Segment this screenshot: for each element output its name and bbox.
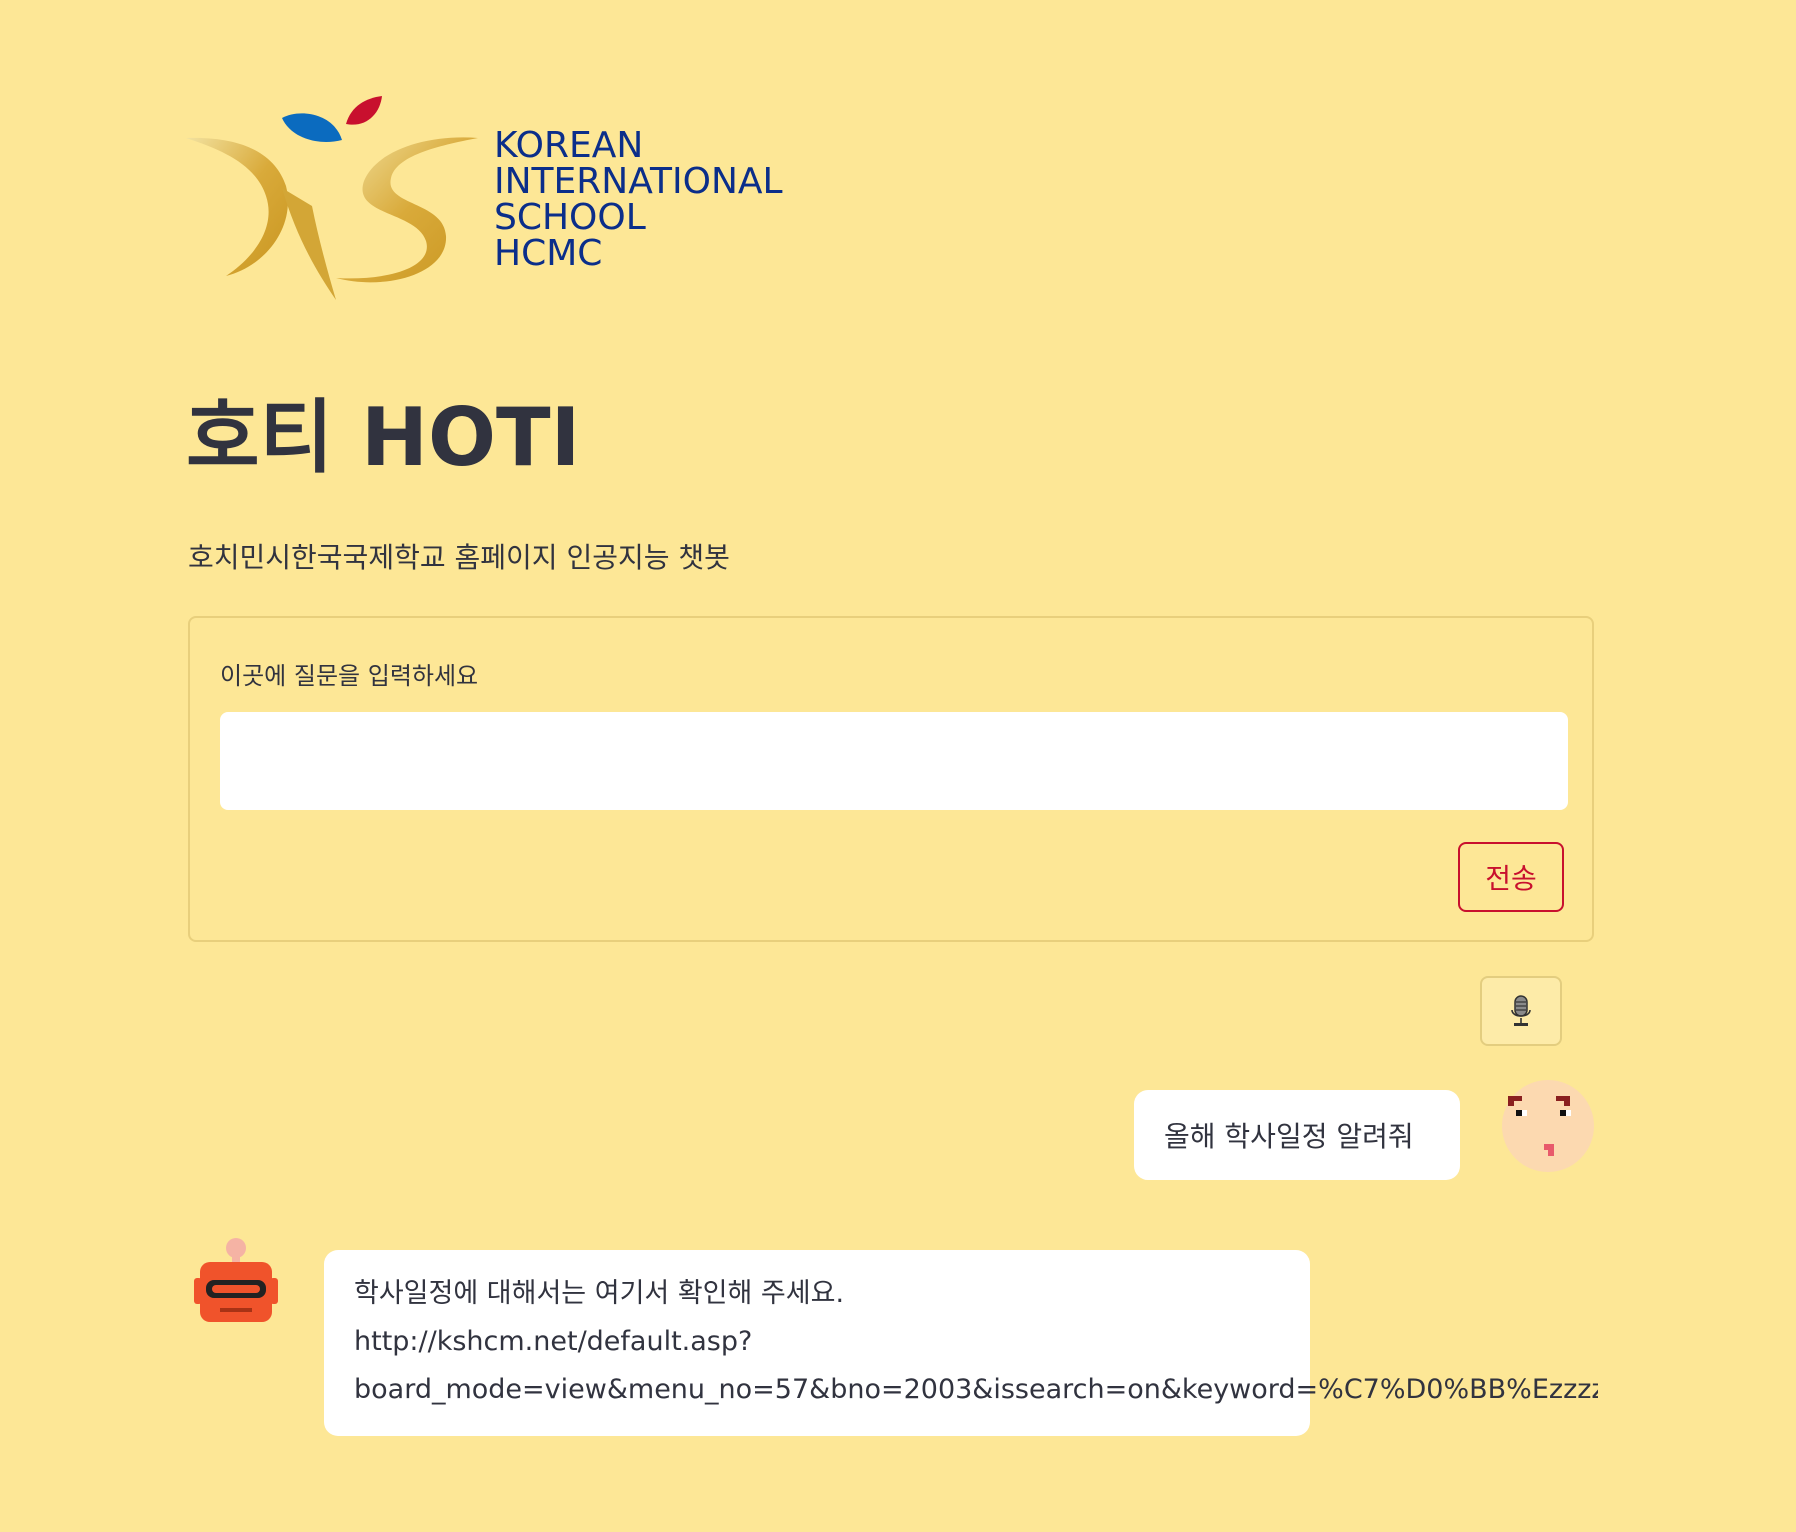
bot-message-link[interactable]: board_mode=view&menu_no=57&bno=2003&isse…	[354, 1366, 1598, 1414]
user-message-bubble: 올해 학사일정 알려줘	[1134, 1090, 1460, 1180]
school-logo: KOREAN INTERNATIONAL SCHOOL HCMC	[186, 96, 806, 306]
robot-avatar-icon	[194, 1238, 278, 1322]
logo-line: SCHOOL	[494, 197, 646, 238]
page-subtitle: 호치민시한국국제학교 홈페이지 인공지능 챗봇	[188, 541, 730, 574]
mic-button[interactable]	[1480, 976, 1562, 1046]
user-message-text: 올해 학사일정 알려줘	[1164, 1120, 1414, 1153]
question-input-label: 이곳에 질문을 입력하세요	[220, 662, 479, 690]
logo-line: HCMC	[494, 233, 603, 274]
bot-message-link[interactable]: http://kshcm.net/default.asp?	[354, 1318, 1598, 1366]
user-avatar-icon	[1502, 1080, 1594, 1172]
logo-line: INTERNATIONAL	[494, 161, 783, 202]
question-form: 이곳에 질문을 입력하세요 전송	[188, 616, 1594, 942]
microphone-icon	[1511, 995, 1531, 1026]
kis-logo-mark	[186, 96, 478, 300]
logo-line: KOREAN	[494, 125, 644, 166]
page: KOREAN INTERNATIONAL SCHOOL HCMC 호티 HOTI…	[0, 0, 1796, 1532]
bot-message-line: 학사일정에 대해서는 여기서 확인해 주세요.	[354, 1278, 845, 1309]
question-input[interactable]	[220, 712, 1568, 810]
page-title: 호티 HOTI	[186, 391, 581, 484]
logo-wordmark: KOREAN INTERNATIONAL SCHOOL HCMC	[494, 128, 783, 272]
send-button[interactable]: 전송	[1458, 842, 1564, 912]
bot-message-text: 학사일정에 대해서는 여기서 확인해 주세요. http://kshcm.net…	[354, 1270, 1598, 1414]
